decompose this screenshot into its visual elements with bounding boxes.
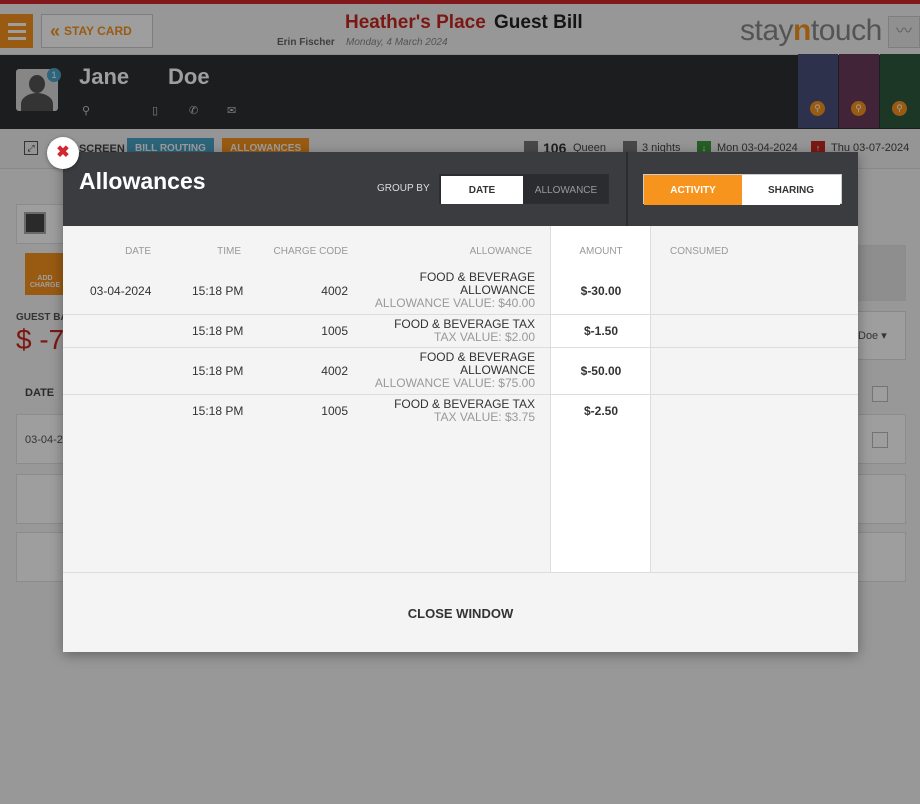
table-row: 15:18 PM 4002 FOOD & BEVERAGE ALLOWANCE …	[63, 348, 858, 395]
table-row: 03-04-2024 15:18 PM 4002 FOOD & BEVERAGE…	[63, 268, 858, 315]
row-time: 15:18 PM	[192, 324, 244, 338]
charge-code-header: CHARGE CODE	[273, 246, 348, 257]
group-by-allowance-button[interactable]: ALLOWANCE	[525, 176, 607, 204]
allowance-header: ALLOWANCE	[469, 246, 532, 257]
time-header: TIME	[217, 246, 241, 257]
table-row: 15:18 PM 1005 FOOD & BEVERAGE TAX TAX VA…	[63, 315, 858, 348]
tab-sharing[interactable]: SHARING	[742, 175, 840, 205]
header-divider	[626, 152, 628, 226]
date-header: DATE	[125, 246, 151, 257]
amount-header: AMOUNT	[579, 246, 623, 257]
row-allowance: FOOD & BEVERAGE TAX TAX VALUE: $2.00	[394, 317, 535, 344]
consumed-header: CONSUMED	[670, 246, 729, 257]
close-icon[interactable]: ✖	[47, 137, 79, 169]
row-allowance: FOOD & BEVERAGE ALLOWANCE ALLOWANCE VALU…	[374, 270, 535, 310]
row-charge-code: 1005	[321, 324, 348, 338]
tab-activity[interactable]: ACTIVITY	[644, 175, 742, 205]
modal-title: Allowances	[79, 168, 206, 194]
table-row: 15:18 PM 1005 FOOD & BEVERAGE TAX TAX VA…	[63, 395, 858, 428]
row-allowance: FOOD & BEVERAGE TAX TAX VALUE: $3.75	[394, 397, 535, 424]
group-by-label: GROUP BY	[377, 183, 430, 194]
view-toggle: ACTIVITY SHARING	[643, 174, 842, 205]
row-amount: $-2.50	[583, 404, 619, 418]
close-window-button[interactable]: CLOSE WINDOW	[63, 573, 858, 653]
row-charge-code: 1005	[321, 404, 348, 418]
allowances-table: DATE TIME CHARGE CODE ALLOWANCE AMOUNT C…	[63, 226, 858, 572]
row-amount: $-1.50	[583, 324, 619, 338]
row-charge-code: 4002	[321, 364, 348, 378]
row-date: 03-04-2024	[90, 284, 152, 298]
group-by-date-button[interactable]: DATE	[441, 176, 523, 204]
group-by-toggle: DATE ALLOWANCE	[439, 174, 609, 204]
modal-footer: CLOSE WINDOW	[63, 572, 858, 652]
row-time: 15:18 PM	[192, 404, 244, 418]
row-charge-code: 4002	[321, 284, 348, 298]
modal-header: Allowances GROUP BY DATE ALLOWANCE ACTIV…	[63, 152, 858, 226]
row-amount: $-50.00	[580, 364, 622, 378]
row-amount: $-30.00	[580, 284, 622, 298]
row-time: 15:18 PM	[192, 364, 244, 378]
row-time: 15:18 PM	[192, 284, 244, 298]
allowances-modal: Allowances GROUP BY DATE ALLOWANCE ACTIV…	[63, 152, 858, 652]
row-allowance: FOOD & BEVERAGE ALLOWANCE ALLOWANCE VALU…	[374, 350, 535, 390]
